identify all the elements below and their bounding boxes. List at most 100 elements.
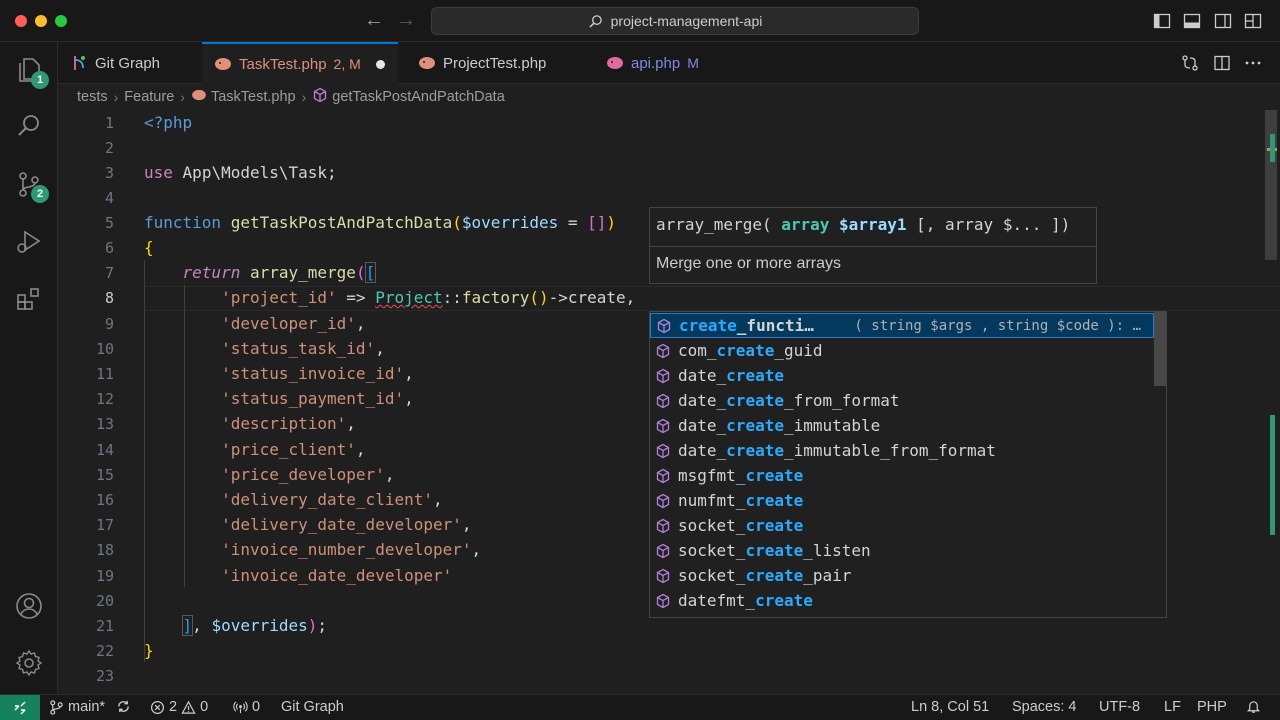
notifications-button[interactable] (1246, 699, 1261, 714)
command-center-search[interactable]: project-management-api (431, 7, 919, 35)
indentation-setting[interactable]: Spaces: 4 (1012, 699, 1077, 715)
method-call: factory (461, 288, 530, 307)
string: 'project_id' (221, 288, 337, 307)
bracket: { (144, 238, 154, 257)
line-number: 11 (95, 365, 114, 383)
method-cube-icon (654, 417, 672, 435)
extensions-button[interactable] (13, 284, 45, 316)
line-number: 3 (104, 164, 114, 182)
tab-api[interactable]: api.php M (594, 42, 724, 84)
code-line: 'status_invoice_id', (144, 364, 414, 383)
forward-arrow-icon[interactable]: → (396, 10, 416, 30)
ports-indicator[interactable]: 0 (233, 699, 260, 715)
toggle-sidebar-icon[interactable] (1153, 12, 1171, 30)
code-line: 'developer_id', (144, 314, 366, 333)
open-changes-icon[interactable] (1181, 54, 1199, 72)
unsaved-dot-icon[interactable] (375, 59, 385, 69)
line-number: 16 (95, 491, 114, 509)
suggestion-prefix: socket_ (678, 541, 746, 560)
breadcrumb-item-feature[interactable]: Feature (124, 89, 174, 105)
window-minimize-button[interactable] (35, 15, 47, 27)
breadcrumb-item-file[interactable]: TaskTest.php (211, 89, 296, 105)
split-editor-icon[interactable] (1213, 54, 1231, 72)
tab-projecttest[interactable]: ProjectTest.php (406, 42, 576, 84)
string: 'description' (221, 414, 347, 433)
toggle-secondary-sidebar-icon[interactable] (1214, 12, 1232, 30)
suggestion-item[interactable]: datefmt_ create (650, 588, 1154, 613)
encoding-label: UTF-8 (1099, 699, 1141, 715)
encoding-setting[interactable]: UTF-8 (1099, 699, 1140, 715)
string: 'status_invoice_id' (221, 364, 405, 383)
line-number: 5 (104, 214, 114, 232)
suggestion-item[interactable]: numfmt_ create (650, 488, 1154, 513)
manage-button[interactable] (13, 647, 45, 679)
title-bar: ← → project-management-api (0, 0, 1280, 42)
scrollbar-thumb[interactable] (1265, 110, 1277, 260)
suggestion-item[interactable]: socket_ create (650, 513, 1154, 538)
breadcrumb-item-symbol[interactable]: getTaskPostAndPatchData (332, 89, 505, 105)
problems-indicator[interactable]: 2 0 (150, 699, 208, 715)
suggestion-match: create (745, 541, 804, 560)
punctuation: , (384, 465, 395, 484)
suggestion-match: create (726, 416, 784, 435)
customize-layout-icon[interactable] (1244, 12, 1262, 30)
code-line: 'project_id' => Project::factory()->crea… (144, 288, 635, 307)
remote-indicator[interactable] (0, 695, 40, 720)
run-debug-icon (17, 230, 41, 253)
breadcrumb-separator: › (113, 89, 119, 105)
breadcrumb-item-tests[interactable]: tests (77, 89, 108, 105)
run-debug-button[interactable] (13, 226, 45, 258)
explorer-button[interactable]: 1 (13, 54, 49, 89)
language-mode[interactable]: PHP (1197, 699, 1227, 715)
suggest-scrollbar-thumb[interactable] (1154, 312, 1166, 386)
suggestion-item[interactable]: date_ create _immutable (650, 413, 1154, 438)
suggestion-item[interactable]: socket_ create _pair (650, 563, 1154, 588)
back-arrow-icon[interactable]: ← (364, 10, 384, 30)
bracket: [ (364, 262, 377, 283)
code-line: function getTaskPostAndPatchData($overri… (144, 213, 616, 232)
search-view-button[interactable] (13, 110, 45, 142)
bell-icon (1246, 701, 1261, 713)
tab-label: TaskTest.php (239, 55, 327, 73)
suggestion-suffix: _immutable (783, 416, 881, 435)
editor-scrollbar[interactable] (1264, 110, 1278, 694)
suggestion-match: create (745, 566, 804, 585)
tab-tasktest[interactable]: TaskTest.php 2, M (202, 42, 398, 84)
namespace: App\Models\Task (182, 163, 328, 182)
line-number: 14 (95, 441, 114, 459)
suggestion-suffix: _listen (803, 541, 871, 560)
suggestion-item[interactable]: date_ create _from_format (650, 388, 1154, 413)
cursor-position[interactable]: Ln 8, Col 51 (911, 699, 989, 715)
eol-setting[interactable]: LF (1164, 699, 1181, 715)
extensions-icon (17, 288, 39, 310)
git-graph-status-button[interactable]: Git Graph (281, 699, 344, 715)
more-actions-icon[interactable] (1244, 54, 1262, 72)
punctuation: , (346, 414, 356, 433)
method-cube-icon (654, 492, 672, 510)
window-maximize-button[interactable] (55, 15, 67, 27)
suggestion-item[interactable]: date_ create _immutable_from_format (650, 438, 1154, 463)
window-close-button[interactable] (15, 15, 27, 27)
branch-indicator[interactable]: main* (49, 699, 105, 715)
remote-icon (14, 701, 26, 715)
line-number: 9 (104, 315, 114, 333)
git-graph-label: Git Graph (281, 699, 344, 715)
code-line: use App\Models\Task; (144, 163, 337, 182)
string: 'delivery_date_developer' (221, 515, 462, 534)
scm-badge: 2 (31, 185, 49, 203)
string: 'developer_id' (221, 314, 356, 333)
tab-git-graph[interactable]: Git Graph (58, 42, 198, 84)
operator: = (558, 213, 588, 232)
suggestion-item[interactable]: socket_ create _listen (650, 538, 1154, 563)
method-cube-icon (654, 392, 672, 410)
suggestion-item[interactable]: msgfmt_ create (650, 463, 1154, 488)
sync-button[interactable] (116, 699, 131, 714)
suggestion-item[interactable]: com_ create _guid (650, 338, 1154, 363)
source-control-button[interactable]: 2 (13, 168, 49, 203)
suggestion-item[interactable]: create _functi… ( string $args , string $c… (650, 313, 1154, 338)
accounts-button[interactable] (13, 590, 45, 622)
punctuation: , (404, 389, 414, 408)
toggle-panel-icon[interactable] (1183, 12, 1201, 30)
account-icon (16, 593, 42, 619)
suggestion-item[interactable]: date_ create (650, 363, 1154, 388)
